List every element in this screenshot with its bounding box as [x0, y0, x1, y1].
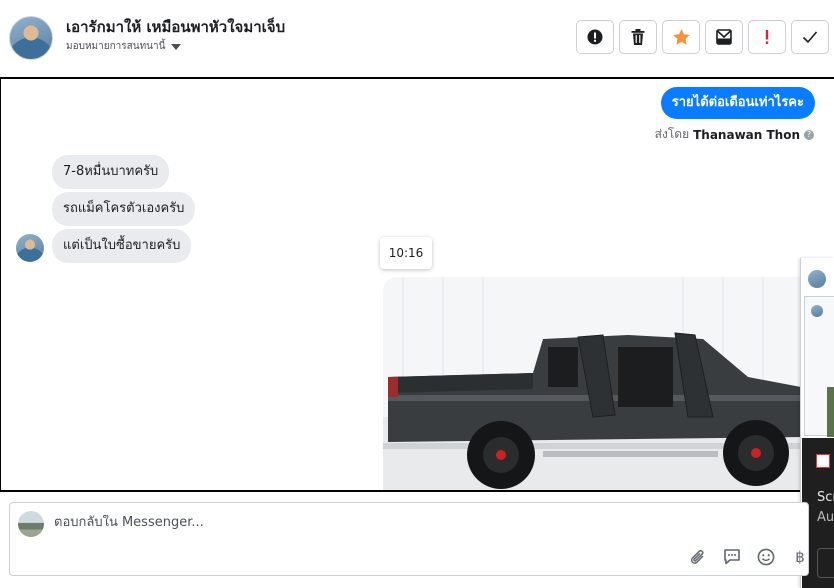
timestamp-tooltip: 10:16	[380, 237, 432, 269]
star-button[interactable]	[662, 20, 700, 54]
attached-photo[interactable]	[383, 277, 813, 490]
contact-name[interactable]: เอารักมาให้ เหมือนพาหัวใจมาเจ็บ	[66, 15, 285, 39]
message-thread[interactable]: รายได้ต่อเดือนเท่าไรคะ ส่งโดย Thanawan T…	[0, 77, 834, 492]
star-icon	[672, 29, 690, 45]
mail-icon	[716, 29, 732, 45]
incoming-message[interactable]: รถแม็คโครตัวเองครับ	[52, 192, 196, 226]
reply-composer: ฿	[9, 502, 809, 576]
conversation-header: เอารักมาให้ เหมือนพาหัวใจมาเจ็บ มอบหมายก…	[0, 0, 834, 77]
conversation-toolbar	[576, 20, 829, 54]
outgoing-message[interactable]: รายได้ต่อเดือนเท่าไรคะ	[660, 87, 815, 119]
mark-unread-button[interactable]	[705, 20, 743, 54]
assign-conversation-dropdown[interactable]: มอบหมายการสนทนานี้	[66, 39, 182, 54]
preview-thumb-image	[827, 387, 834, 437]
page-avatar	[18, 511, 44, 537]
delete-button[interactable]	[619, 20, 657, 54]
preview-thumbnail	[804, 296, 834, 437]
incoming-message[interactable]: แต่เป็นใบซื้อขายครับ	[52, 229, 192, 263]
composer-actions: ฿	[688, 547, 810, 567]
reply-input[interactable]	[54, 515, 654, 530]
payment-button[interactable]: ฿	[790, 547, 810, 567]
preview-thumb-avatar	[811, 305, 823, 317]
spam-exclamation-icon	[765, 30, 769, 44]
check-icon	[802, 31, 818, 44]
chat-bubble-icon	[724, 549, 740, 565]
baht-currency-icon: ฿	[795, 548, 805, 566]
toast-subtitle: Au	[817, 510, 834, 525]
mark-spam-button[interactable]	[748, 20, 786, 54]
mark-important-button[interactable]	[576, 20, 614, 54]
paperclip-icon	[690, 549, 704, 564]
sender-avatar	[16, 234, 44, 262]
question-mark-icon[interactable]: ?	[804, 129, 814, 140]
sent-by-prefix: ส่งโดย	[654, 127, 690, 141]
pickup-truck-image	[383, 277, 813, 490]
sent-by-label: ส่งโดย Thanawan Thon ?	[655, 125, 814, 144]
mark-done-button[interactable]	[791, 20, 829, 54]
toast-title: Scr	[817, 490, 834, 505]
smiley-icon	[757, 548, 775, 566]
trash-icon	[631, 29, 645, 45]
saved-replies-button[interactable]	[722, 547, 742, 567]
attach-button[interactable]	[688, 547, 708, 567]
screenshot-app-icon	[816, 454, 830, 468]
incoming-message[interactable]: 7-8หมื่นบาทครับ	[52, 155, 170, 189]
assign-label: มอบหมายการสนทนานี้	[66, 41, 166, 52]
exclamation-circle-icon	[587, 29, 603, 45]
preview-avatar	[808, 270, 826, 288]
toast-action-button[interactable]	[817, 548, 834, 578]
sender-name: Thanawan Thon	[693, 127, 800, 142]
emoji-button[interactable]	[756, 547, 776, 567]
contact-avatar[interactable]	[9, 16, 53, 60]
caret-down-icon	[171, 43, 182, 50]
